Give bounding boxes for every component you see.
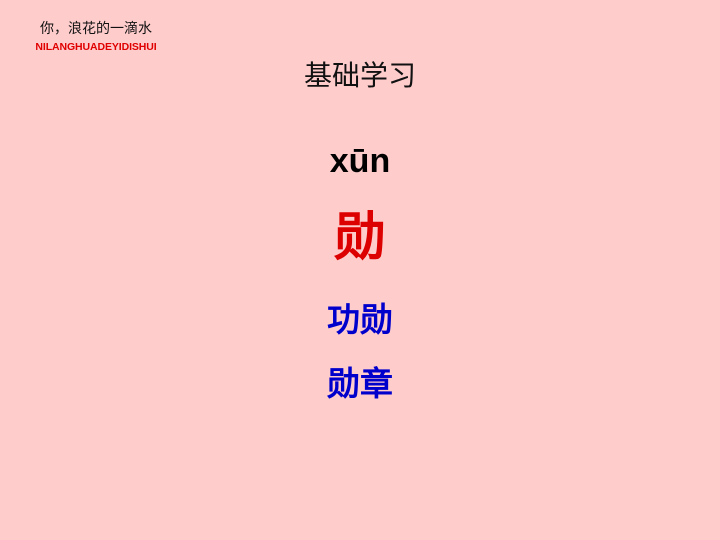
character-pinyin: xūn [329, 142, 391, 180]
example-word-1: 功勋 [327, 300, 393, 339]
main-character: 勋 [333, 208, 386, 268]
brand-pinyin-text: NILANGHUADEYIDISHUI [35, 41, 157, 53]
slide: 你，浪花的一滴水 NILANGHUADEYIDISHUI 基础学习 xūn 勋 … [0, 0, 720, 540]
slide-title: 基础学习 [303, 59, 416, 92]
brand-watermark: 你，浪花的一滴水 NILANGHUADEYIDISHUI [0, 18, 192, 54]
example-word-2: 勋章 [327, 364, 393, 403]
brand-chinese-text: 你，浪花的一滴水 [40, 21, 152, 37]
